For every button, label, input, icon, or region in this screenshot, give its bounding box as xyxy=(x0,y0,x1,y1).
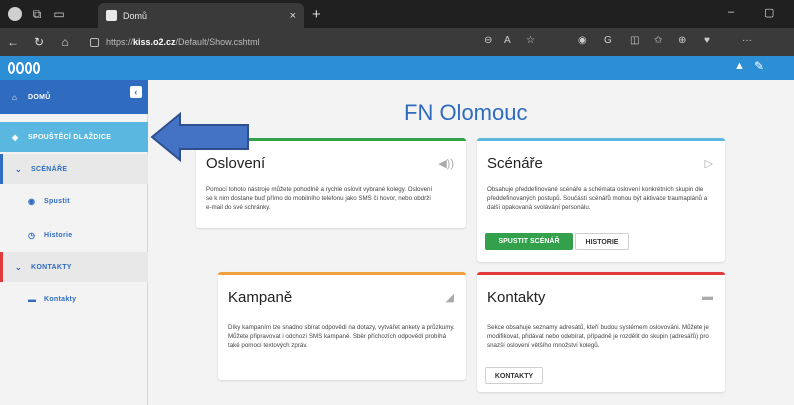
favorites-icon[interactable]: ✩ xyxy=(654,35,662,46)
lock-icon xyxy=(90,37,99,47)
sidebar-item-label: Spustit xyxy=(44,197,70,205)
browser-tab[interactable]: Domů × xyxy=(98,3,304,28)
sidebar-item-label: KONTAKTY xyxy=(31,263,72,271)
play-circle-icon: ▷ xyxy=(704,158,713,170)
card-kampane[interactable]: Kampaně ◢ Díky kampaním lze snadno sbíra… xyxy=(218,272,466,380)
split-screen-icon[interactable]: ◫ xyxy=(630,35,639,46)
sidebar: ⌂ DOMŮ ‹ ◈ SPOUŠTĚCÍ DLAŽDICE ⌄ SCÉNÁŘE … xyxy=(0,80,148,405)
house-icon: ⌂ xyxy=(12,92,18,102)
performance-icon[interactable]: ♥ xyxy=(704,35,710,46)
sidebar-item-label: Kontakty xyxy=(44,295,77,303)
url-host: kiss.o2.cz xyxy=(133,37,176,47)
folder-open-icon: ▬ xyxy=(702,291,713,303)
sidebar-item-contacts-list[interactable]: ▬ Kontakty xyxy=(0,284,148,314)
card-text: Díky kampaním lze snadno sbírat odpovědi… xyxy=(228,324,455,349)
run-scenario-button[interactable]: SPUSTIT SCÉNÁŘ xyxy=(485,233,573,250)
sidebar-item-contacts[interactable]: ⌄ KONTAKTY xyxy=(0,252,148,282)
more-icon[interactable]: ··· xyxy=(742,35,752,46)
new-tab-button[interactable]: + xyxy=(312,6,321,23)
tab-close-icon[interactable]: × xyxy=(290,10,296,22)
sidebar-item-tiles[interactable]: ◈ SPOUŠTĚCÍ DLAŽDICE xyxy=(0,122,148,152)
page-title: FN Olomouc xyxy=(404,100,528,125)
card-text: Obsahuje předdefinované scénáře a schéma… xyxy=(487,186,708,211)
speaker-icon: ◀)) xyxy=(438,158,454,170)
sidebar-item-label: DOMŮ xyxy=(28,93,51,101)
sidebar-item-history[interactable]: ◷ Historie xyxy=(0,220,148,250)
home-icon[interactable]: ⌂ xyxy=(52,35,78,49)
folder-icon: ▬ xyxy=(28,294,37,304)
play-circle-icon: ◉ xyxy=(28,196,36,206)
card-text: Pomocí tohoto nástroje můžete pohodlně a… xyxy=(206,186,433,211)
restore-button[interactable]: ▢ xyxy=(764,6,774,19)
settings-wrench-icon[interactable]: ✎ xyxy=(754,59,764,73)
zoom-icon[interactable]: ⊖ xyxy=(484,35,492,46)
card-title: Kampaně xyxy=(228,289,293,306)
back-icon[interactable]: ← xyxy=(0,35,26,49)
extension-icon[interactable]: ◉ xyxy=(578,35,587,46)
chevron-down-icon: ⌄ xyxy=(15,262,23,272)
tiles-icon: ◈ xyxy=(12,132,19,142)
sidebar-item-label: SPOUŠTĚCÍ DLAŽDICE xyxy=(28,133,112,141)
card-text: Sekce obsahuje seznamy adresátů, kteří b… xyxy=(487,324,709,349)
extension-c-icon[interactable]: G xyxy=(604,35,612,46)
collapse-sidebar-button[interactable]: ‹ xyxy=(130,86,142,98)
sidebar-item-run[interactable]: ◉ Spustit xyxy=(0,186,148,216)
history-button[interactable]: HISTORIE xyxy=(575,233,629,250)
annotation-arrow-icon xyxy=(150,112,249,162)
favorite-star-icon[interactable]: ☆ xyxy=(526,35,535,46)
minimize-button[interactable]: – xyxy=(728,6,734,18)
paper-plane-icon: ◢ xyxy=(445,292,454,304)
sidebar-item-scenarios[interactable]: ⌄ SCÉNÁŘE xyxy=(0,154,148,184)
kiss-logo[interactable] xyxy=(8,62,40,74)
card-kontakty[interactable]: Kontakty ▬ Sekce obsahuje seznamy adresá… xyxy=(477,272,725,392)
url-path: /Default/Show.cshtml xyxy=(175,37,260,47)
card-title: Kontakty xyxy=(487,289,546,306)
card-scenare[interactable]: Scénáře ▷ Obsahuje předdefinované scénář… xyxy=(477,138,725,262)
refresh-icon[interactable]: ↻ xyxy=(26,35,52,49)
profile-icon[interactable] xyxy=(8,7,22,21)
chevron-down-icon: ⌄ xyxy=(15,164,23,174)
workspaces-icon[interactable]: ⧉ xyxy=(30,7,44,21)
read-aloud-icon[interactable]: A xyxy=(504,35,511,46)
notification-bell-icon[interactable]: ▲ xyxy=(734,60,745,72)
url-prefix: https:// xyxy=(106,37,134,47)
contacts-button[interactable]: KONTAKTY xyxy=(485,367,543,384)
collections-icon[interactable]: ⊕ xyxy=(678,35,686,46)
sidebar-item-label: SCÉNÁŘE xyxy=(31,165,68,173)
history-clock-icon: ◷ xyxy=(28,230,36,240)
tab-actions-icon[interactable]: ▭ xyxy=(52,7,66,21)
favicon-icon xyxy=(106,10,117,21)
sidebar-item-home[interactable]: ⌂ DOMŮ ‹ xyxy=(0,80,148,114)
tab-title: Domů xyxy=(123,10,148,21)
card-title: Scénáře xyxy=(487,155,543,172)
sidebar-item-label: Historie xyxy=(44,231,73,239)
app-bar xyxy=(0,56,794,80)
